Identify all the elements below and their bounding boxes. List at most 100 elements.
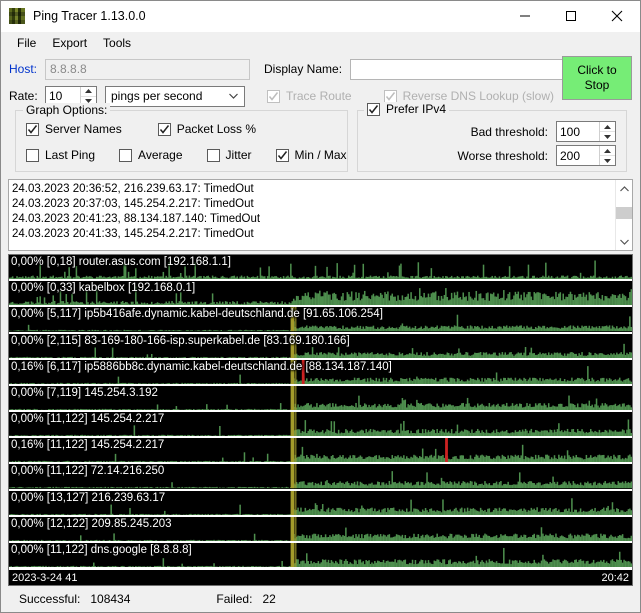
bad-threshold-stepper[interactable] — [556, 121, 616, 142]
failed-label: Failed: — [216, 592, 253, 606]
log-line: 24.03.2023 20:41:23, 88.134.187.140: Tim… — [12, 213, 261, 225]
bad-threshold-label: Bad threshold: — [470, 124, 548, 139]
graph-row[interactable]: 0,00% [0,18] router.asus.com [192.168.1.… — [9, 255, 632, 282]
graph-row[interactable]: 0,00% [7,119] 145.254.3.192 — [9, 385, 632, 413]
display-name-input[interactable] — [350, 58, 569, 80]
rate-spin-up-icon[interactable] — [81, 87, 96, 97]
worse-threshold-spin-up-icon[interactable] — [600, 146, 615, 156]
checkbox-prefer-ipv4[interactable]: Prefer IPv4 — [367, 102, 446, 116]
bad-threshold-input[interactable] — [557, 122, 599, 141]
menu-file[interactable]: File — [9, 34, 44, 52]
graph-row-label: 0,00% [5,117] ip5b416afe.dynamic.kabel-d… — [11, 308, 383, 321]
successful-stat: Successful: 108434 — [19, 592, 130, 606]
graph-row-label: 0,00% [7,119] 145.254.3.192 — [11, 386, 158, 399]
status-bar: Successful: 108434 Failed: 22 — [1, 586, 640, 612]
reverse-dns-label: Reverse DNS Lookup (slow) — [402, 89, 554, 103]
maximize-icon[interactable] — [548, 1, 594, 32]
title-bar: Ping Tracer 1.13.0.0 — [1, 1, 640, 32]
graph-row-label: 0,16% [11,122] 145.254.2.217 — [11, 439, 165, 452]
log-scrollbar[interactable] — [615, 180, 632, 250]
worse-threshold-stepper[interactable] — [556, 145, 616, 166]
start-stop-button[interactable]: Click to Stop — [562, 56, 632, 100]
checkbox-box — [367, 102, 380, 116]
graph-row[interactable]: 0,00% [0,33] kabelbox [192.168.0.1] — [9, 281, 632, 308]
graph-row[interactable]: 0,00% [11,122] 145.254.2.217 — [9, 412, 632, 439]
graph-row[interactable]: 0,00% [11,122] dns.google [8.8.8.8] — [9, 542, 632, 570]
bad-threshold-spin-up-icon[interactable] — [600, 122, 615, 132]
graph-options-title: Graph Options: — [23, 103, 111, 117]
checkbox-server-names[interactable]: Server Names — [26, 122, 122, 136]
graph-row-label: 0,00% [11,122] 145.254.2.217 — [11, 413, 165, 426]
checkbox-packet-loss[interactable]: Packet Loss % — [157, 122, 256, 136]
graph-row-label: 0,00% [12,122] 209.85.245.203 — [11, 517, 172, 530]
event-log-text[interactable]: 24.03.2023 20:36:52, 216.239.63.17: Time… — [9, 180, 615, 250]
worse-threshold-spin-down-icon[interactable] — [600, 156, 615, 165]
time-axis-end: 20:42 — [601, 572, 629, 585]
scrollbar-track[interactable] — [616, 197, 632, 233]
log-line: 24.03.2023 20:41:33, 145.254.2.217: Time… — [12, 228, 254, 240]
graph-row-label: 0,00% [11,122] 72.14.216.250 — [11, 465, 165, 478]
scroll-down-icon[interactable] — [616, 233, 632, 250]
reverse-dns-checkbox: Reverse DNS Lookup (slow) — [383, 89, 554, 103]
checkbox-box — [157, 122, 171, 136]
checkbox-box — [119, 148, 133, 162]
ping-graph-area[interactable]: 0,00% [0,18] router.asus.com [192.168.1.… — [8, 254, 633, 586]
rate-unit-value: pings per second — [111, 89, 203, 103]
scroll-up-icon[interactable] — [616, 180, 632, 197]
graph-row-label: 0,16% [6,117] ip5886bb8c.dynamic.kabel-d… — [11, 360, 392, 373]
graph-row[interactable]: 0,00% [2,115] 83-169-180-166-isp.superka… — [9, 333, 632, 360]
ping-tracer-window: Ping Tracer 1.13.0.0 File Export Tools H… — [0, 0, 641, 613]
host-label[interactable]: Host: — [9, 62, 45, 76]
checkbox-last-ping[interactable]: Last Ping — [26, 148, 95, 162]
graph-row[interactable]: 0,00% [13,127] 216.239.63.17 — [9, 490, 632, 517]
checkbox-box — [383, 89, 397, 103]
failed-value: 22 — [262, 592, 276, 606]
checkbox-min-max-label: Min / Max — [294, 148, 347, 162]
window-controls — [502, 1, 640, 32]
chevron-down-icon — [229, 87, 238, 106]
menu-bar: File Export Tools — [1, 32, 640, 54]
trace-route-checkbox: Trace Route — [267, 89, 352, 103]
controls-panel: Host: Display Name: Rate: pings — [1, 54, 640, 179]
graph-row-label: 0,00% [0,33] kabelbox [192.168.0.1] — [11, 282, 196, 295]
checkbox-average-label: Average — [138, 148, 183, 162]
failed-stat: Failed: 22 — [216, 592, 275, 606]
stop-button-line2: Stop — [584, 78, 610, 92]
successful-label: Successful: — [19, 592, 81, 606]
worse-threshold-input[interactable] — [557, 146, 599, 165]
thresholds-group: Prefer IPv4 Bad threshold: 100 Worse thr… — [357, 102, 627, 172]
checkbox-average[interactable]: Average — [119, 148, 183, 162]
checkbox-last-ping-label: Last Ping — [45, 148, 96, 162]
stop-button-line1: Click to — [577, 63, 617, 77]
host-input[interactable] — [45, 58, 250, 80]
worse-threshold-spinner-buttons[interactable] — [599, 146, 615, 165]
checkbox-jitter[interactable]: Jitter — [206, 148, 252, 162]
graph-row-label: 0,00% [2,115] 83-169-180-166-isp.superka… — [11, 334, 350, 347]
event-log-panel: 24.03.2023 20:36:52, 216.239.63.17: Time… — [8, 179, 633, 251]
bad-threshold-spin-down-icon[interactable] — [600, 132, 615, 141]
log-line: 24.03.2023 20:37:03, 145.254.2.217: Time… — [12, 198, 254, 210]
graph-row[interactable]: 0,16% [6,117] ip5886bb8c.dynamic.kabel-d… — [9, 359, 632, 386]
log-line: 24.03.2023 20:36:52, 216.239.63.17: Time… — [12, 183, 254, 195]
menu-export[interactable]: Export — [44, 34, 95, 52]
scrollbar-thumb[interactable] — [616, 207, 632, 220]
close-icon[interactable] — [594, 1, 640, 32]
checkbox-server-names-label: Server Names — [45, 122, 122, 136]
checkbox-min-max[interactable]: Min / Max — [275, 148, 347, 162]
checkbox-box — [275, 148, 289, 162]
graph-row[interactable]: 0,00% [12,122] 209.85.245.203 — [9, 516, 632, 543]
app-icon — [9, 8, 25, 24]
rate-unit-select[interactable]: pings per second — [105, 85, 245, 107]
graph-row[interactable]: 0,00% [11,122] 72.14.216.250 — [9, 464, 632, 491]
worse-threshold-label: Worse threshold: — [457, 148, 549, 163]
menu-tools[interactable]: Tools — [95, 34, 139, 52]
checkbox-box — [267, 89, 280, 103]
bad-threshold-spinner-buttons[interactable] — [599, 122, 615, 141]
graph-row[interactable]: 0,00% [5,117] ip5b416afe.dynamic.kabel-d… — [9, 307, 632, 334]
graph-row-label: 0,00% [11,122] dns.google [8.8.8.8] — [11, 543, 192, 556]
graph-row[interactable]: 0,16% [11,122] 145.254.2.217 — [9, 438, 632, 465]
window-title: Ping Tracer 1.13.0.0 — [33, 9, 146, 23]
time-axis-start: 2023-3-24 41 — [12, 572, 78, 585]
checkbox-box — [206, 148, 220, 162]
minimize-icon[interactable] — [502, 1, 548, 32]
